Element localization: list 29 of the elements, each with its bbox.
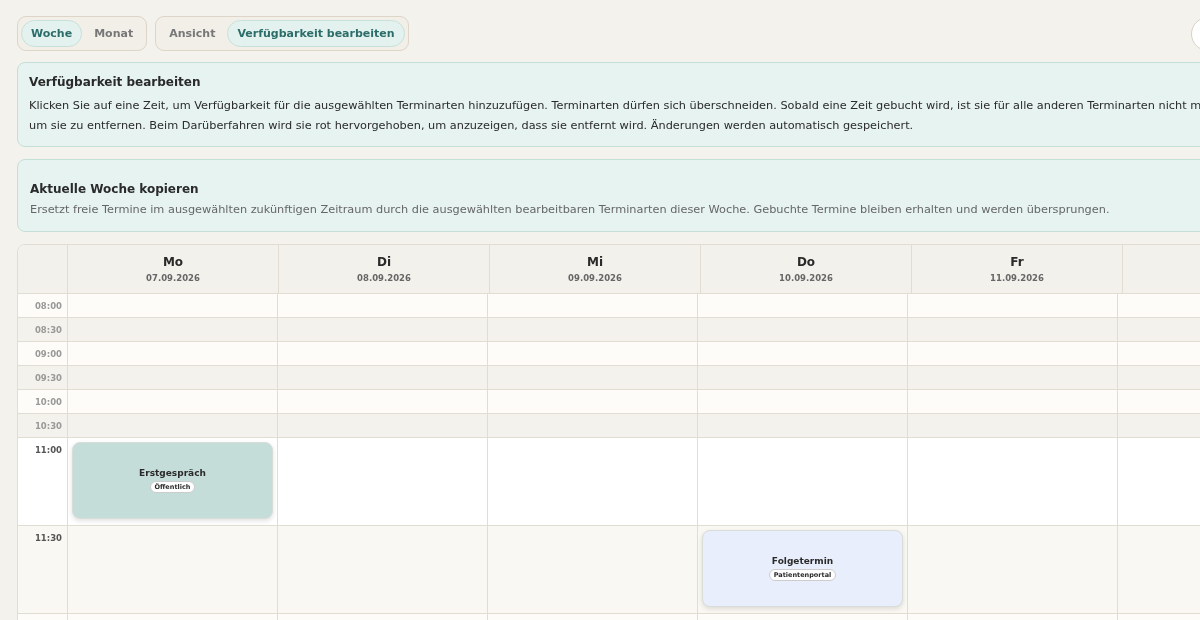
day-date: 07.09.2026 [146, 273, 200, 283]
day-date: 09.09.2026 [568, 273, 622, 283]
appointment-title: Folgetermin [771, 556, 834, 566]
time-label: 10:30 [34, 421, 62, 432]
time-label: 08:00 [34, 301, 62, 312]
time-label: 11:30 [34, 533, 62, 544]
view-tab[interactable]: Woche [21, 20, 83, 47]
day-date: 11.09.2026 [990, 273, 1044, 283]
day-name: Mo [162, 255, 184, 269]
day-date: 10.09.2026 [779, 273, 833, 283]
day-date: 08.09.2026 [357, 273, 411, 283]
time-label: 09:00 [34, 349, 62, 360]
mode-tab[interactable]: Verfügbarkeit bearbeiten [227, 20, 405, 47]
day-name: Mi [586, 255, 604, 269]
panel-text: Klicken Sie auf eine Zeit, um Verfügbarkeit für die ausgewählten Terminarten hinzuzufügen. Terminarten dürfen sich überschneiden. Sobald eine Zeit gebucht wird, ist sie für alle anderen Terminarten nicht m [29, 98, 1200, 114]
day-name: Do [796, 255, 816, 269]
panel-text: Ersetzt freie Termine im ausgewählten zukünftigen Zeitraum durch die ausgewählten bearbeitbaren Terminarten dieser Woche. Gebuchte Termine bleiben erhalten und werden übersprungen. [30, 202, 1111, 218]
panel-text: um sie zu entfernen. Beim Darüberfahren wird sie rot hervorgehoben, um anzuzeigen, dass sie entfernt wird. Änderungen werden automatisch gespeichert. [29, 118, 915, 134]
mode-tab[interactable]: Ansicht [159, 20, 226, 47]
time-label: 09:30 [34, 373, 62, 384]
view-tab[interactable]: Monat [84, 20, 144, 47]
time-label: 11:00 [34, 445, 62, 456]
day-name: Di [376, 255, 392, 269]
panel-title: Verfügbarkeit bearbeiten [29, 75, 202, 89]
day-name: Fr [1010, 255, 1024, 269]
appointment-title: Erstgespräch [139, 468, 206, 478]
time-label: 10:00 [34, 397, 62, 408]
panel-title: Aktuelle Woche kopieren [30, 182, 200, 196]
time-label: 08:30 [34, 325, 62, 336]
